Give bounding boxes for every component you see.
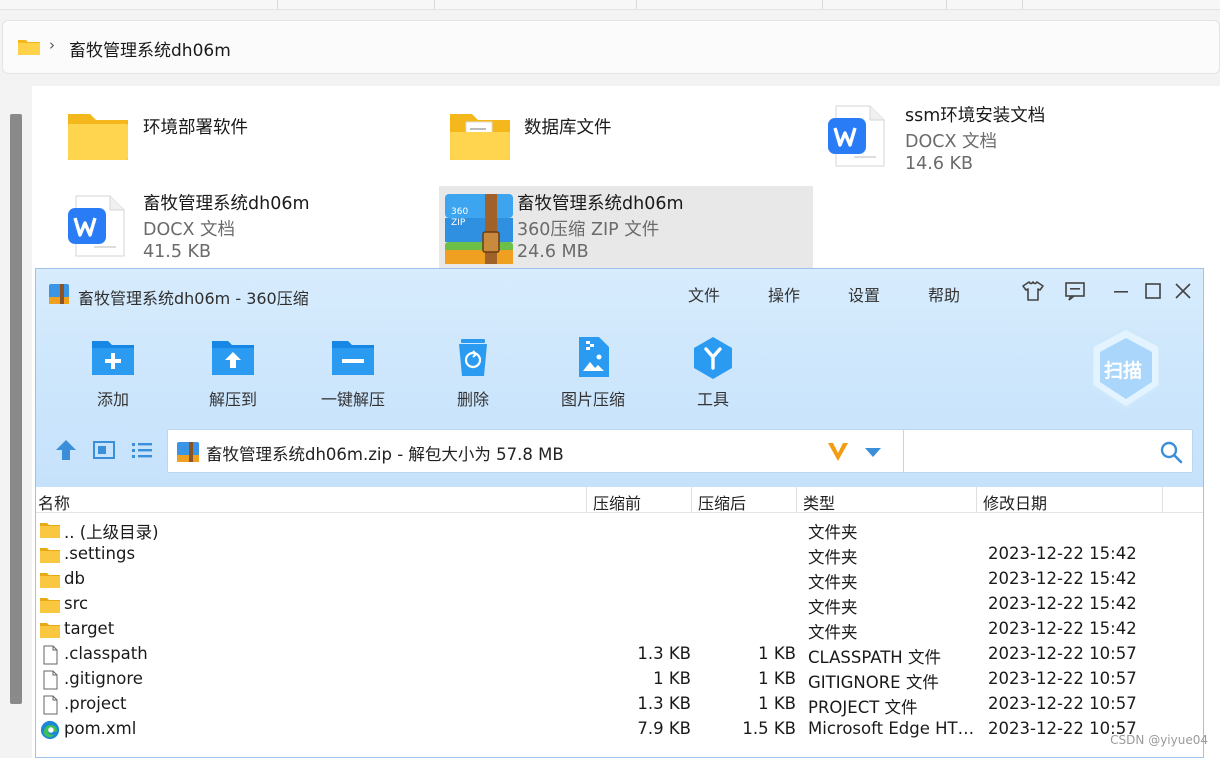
column-type[interactable]: 类型 xyxy=(803,490,835,514)
table-row[interactable]: db 文件夹 2023-12-22 15:42 xyxy=(36,567,1203,592)
360zip-app-icon xyxy=(49,284,69,304)
archive-path-bar[interactable]: 畜牧管理系统dh06m.zip - 解包大小为 57.8 MB xyxy=(167,429,929,473)
extract-folder-icon xyxy=(212,341,254,375)
close-button[interactable] xyxy=(1170,279,1196,305)
explorer-item-docx[interactable]: ssm环境安装文档 DOCX 文档 14.6 KB xyxy=(826,96,1206,184)
quick-extract-folder-icon xyxy=(332,341,374,375)
menu-file[interactable]: 文件 xyxy=(688,282,720,306)
tools-button[interactable]: 工具 xyxy=(658,329,768,413)
window-title: 畜牧管理系统dh06m - 360压缩 xyxy=(78,289,309,308)
file-icon xyxy=(43,695,58,715)
column-modified-date[interactable]: 修改日期 xyxy=(983,490,1047,514)
up-level-button[interactable] xyxy=(52,435,80,465)
folder-icon xyxy=(40,623,60,638)
chevron-down-icon[interactable] xyxy=(862,444,884,460)
table-row[interactable]: .project 1.3 KB 1 KB PROJECT 文件 2023-12-… xyxy=(36,692,1203,717)
wps-writer-icon xyxy=(828,105,885,167)
search-input[interactable] xyxy=(903,429,1193,473)
thumbnail-view-icon xyxy=(93,441,115,459)
folder-with-docs-icon xyxy=(450,114,510,160)
chevron-right-icon: › xyxy=(49,36,55,54)
svg-text:ZIP: ZIP xyxy=(451,218,466,228)
image-compress-button[interactable]: 图片压缩 xyxy=(538,329,648,413)
folder-icon xyxy=(40,523,60,538)
folder-icon xyxy=(68,114,128,160)
zip-window-header: 畜牧管理系统dh06m - 360压缩 文件 操作 设置 帮助 添加 解压到 一… xyxy=(36,269,1203,487)
menu-help[interactable]: 帮助 xyxy=(928,282,960,306)
svg-text:360: 360 xyxy=(451,207,468,217)
explorer-item-docx[interactable]: 畜牧管理系统dh06m DOCX 文档 41.5 KB xyxy=(62,184,422,272)
feedback-button[interactable] xyxy=(1062,279,1088,305)
menu-operations[interactable]: 操作 xyxy=(768,282,800,306)
image-file-icon xyxy=(579,337,609,377)
minimize-icon xyxy=(1114,291,1128,293)
column-size-after[interactable]: 压缩后 xyxy=(698,490,746,514)
tools-hexagon-icon xyxy=(694,337,732,379)
message-icon xyxy=(1065,282,1085,301)
add-button[interactable]: 添加 xyxy=(58,329,168,413)
explorer-column-strip xyxy=(0,0,1220,10)
column-name[interactable]: 名称 xyxy=(38,490,70,514)
tshirt-icon xyxy=(1022,281,1044,301)
v-logo-icon[interactable] xyxy=(824,438,852,466)
folder-icon xyxy=(18,40,40,55)
folder-icon xyxy=(40,573,60,588)
breadcrumb[interactable]: 畜牧管理系统dh06m xyxy=(69,36,231,61)
wps-writer-icon xyxy=(68,195,125,257)
table-row[interactable]: .settings 文件夹 2023-12-22 15:42 xyxy=(36,542,1203,567)
add-folder-icon xyxy=(92,341,134,375)
scan-button[interactable]: 扫描 xyxy=(1086,324,1166,414)
zip-window: 畜牧管理系统dh06m - 360压缩 文件 操作 设置 帮助 添加 解压到 一… xyxy=(35,268,1204,758)
360zip-archive-icon: 360 ZIP xyxy=(445,194,513,264)
recycle-bin-icon xyxy=(459,339,487,376)
thumbnail-view-button[interactable] xyxy=(90,435,118,465)
360zip-archive-icon xyxy=(177,442,199,462)
column-size-before[interactable]: 压缩前 xyxy=(593,490,641,514)
one-click-extract-button[interactable]: 一键解压 xyxy=(298,329,408,413)
arrow-up-icon xyxy=(56,440,76,460)
close-icon xyxy=(1175,283,1191,299)
search-icon[interactable] xyxy=(1158,439,1184,465)
maximize-button[interactable] xyxy=(1140,279,1166,305)
table-row[interactable]: pom.xml 7.9 KB 1.5 KB Microsoft Edge HT…… xyxy=(36,717,1203,742)
explorer-scrollbar[interactable] xyxy=(10,114,22,704)
menu-settings[interactable]: 设置 xyxy=(848,282,880,306)
table-row[interactable]: src 文件夹 2023-12-22 15:42 xyxy=(36,592,1203,617)
skin-button[interactable] xyxy=(1020,279,1046,305)
file-list-header: 名称 压缩前 压缩后 类型 修改日期 xyxy=(36,487,1203,513)
minimize-button[interactable] xyxy=(1108,279,1134,305)
table-row[interactable]: .classpath 1.3 KB 1 KB CLASSPATH 文件 2023… xyxy=(36,642,1203,667)
explorer-address-bar[interactable]: › 畜牧管理系统dh06m xyxy=(2,20,1220,74)
list-view-button[interactable] xyxy=(128,435,156,465)
archive-path-text: 畜牧管理系统dh06m.zip - 解包大小为 57.8 MB xyxy=(206,445,564,464)
explorer-item-zip[interactable]: 360 ZIP 畜牧管理系统dh06m 360压缩 ZIP 文件 24.6 MB xyxy=(439,186,813,270)
maximize-icon xyxy=(1145,283,1161,299)
watermark: CSDN @yiyue04 xyxy=(1110,733,1208,747)
explorer-item-folder[interactable]: 环境部署软件 xyxy=(62,102,422,172)
folder-icon xyxy=(40,548,60,563)
file-icon xyxy=(43,670,58,690)
table-row[interactable]: .. (上级目录) 文件夹 xyxy=(36,517,1203,542)
edge-icon xyxy=(40,720,60,740)
explorer-item-folder[interactable]: 数据库文件 xyxy=(444,102,804,172)
extract-to-button[interactable]: 解压到 xyxy=(178,329,288,413)
folder-icon xyxy=(40,598,60,613)
table-row[interactable]: .gitignore 1 KB 1 KB GITIGNORE 文件 2023-1… xyxy=(36,667,1203,692)
file-icon xyxy=(43,645,58,665)
table-row[interactable]: target 文件夹 2023-12-22 15:42 xyxy=(36,617,1203,642)
list-view-icon xyxy=(132,443,152,458)
delete-button[interactable]: 删除 xyxy=(418,329,528,413)
